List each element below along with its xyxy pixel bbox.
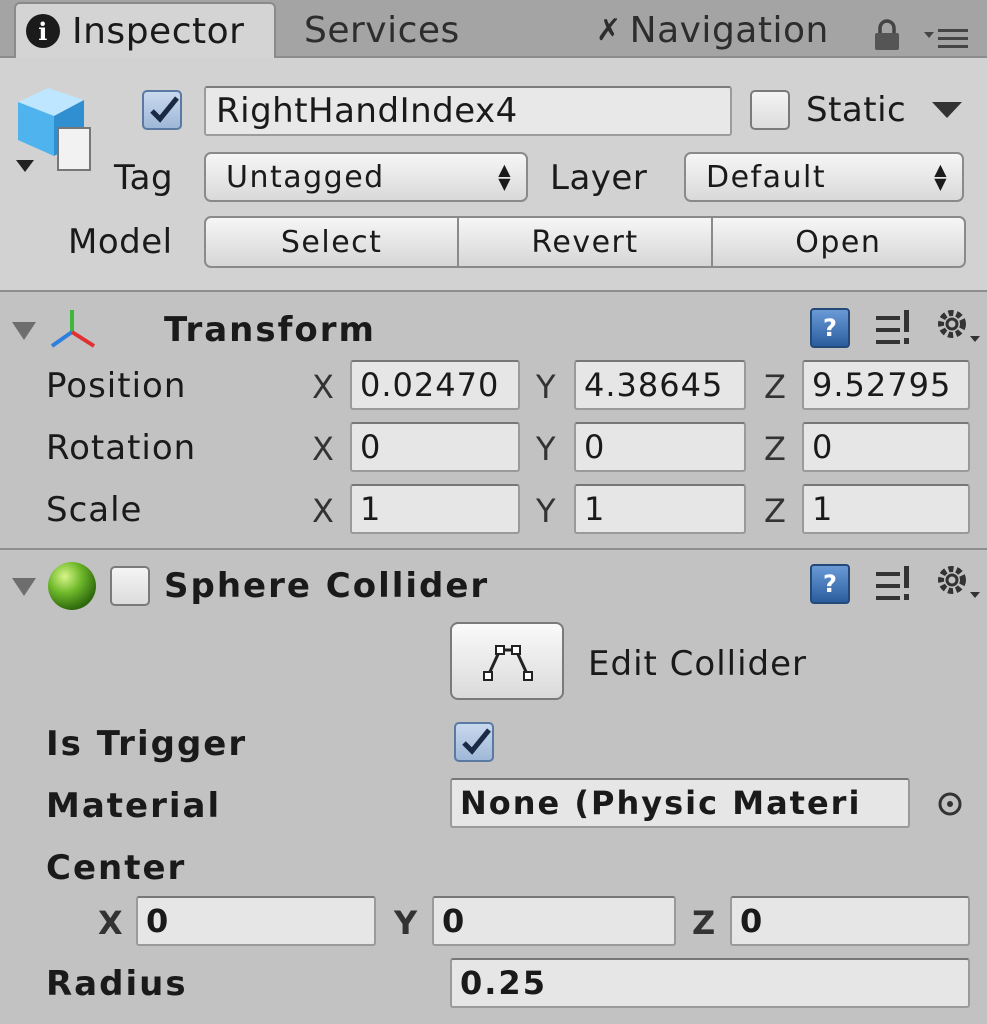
active-checkbox[interactable] — [142, 90, 182, 130]
open-button[interactable]: Open — [712, 216, 966, 268]
axis-z-label: Z — [692, 904, 716, 942]
sphere-icon — [48, 562, 96, 610]
component-divider — [0, 548, 987, 550]
axis-y-label: Y — [394, 904, 418, 942]
help-icon[interactable]: ? — [810, 308, 850, 348]
sphere-collider-title: Sphere Collider — [164, 566, 490, 606]
revert-button[interactable]: Revert — [459, 216, 713, 268]
scale-z-field[interactable]: 1 — [802, 484, 970, 534]
model-button-group: Select Revert Open — [204, 216, 966, 268]
foldout-arrow-icon[interactable] — [12, 322, 36, 340]
axis-y-label: Y — [536, 430, 556, 468]
axis-z-label: Z — [764, 368, 786, 406]
position-label: Position — [46, 366, 187, 406]
axis-x-label: X — [312, 430, 334, 468]
axis-x-label: X — [98, 904, 123, 942]
transform-axes-icon — [50, 310, 96, 348]
position-y-field[interactable]: 4.38645 — [574, 360, 746, 410]
help-icon[interactable]: ? — [810, 564, 850, 604]
edit-collider-button[interactable] — [450, 622, 564, 700]
axis-z-label: Z — [764, 430, 786, 468]
tag-value: Untagged — [226, 159, 385, 195]
gameobject-icon[interactable] — [12, 82, 92, 192]
material-label: Material — [46, 786, 222, 826]
select-button[interactable]: Select — [204, 216, 460, 268]
transform-title: Transform — [164, 310, 376, 350]
axis-x-label: X — [312, 492, 334, 530]
position-x-field[interactable]: 0.02470 — [350, 360, 520, 410]
gear-icon[interactable] — [934, 562, 984, 606]
foldout-arrow-icon[interactable] — [12, 578, 36, 596]
scale-x-field[interactable]: 1 — [350, 484, 520, 534]
tab-services-label: Services — [304, 9, 460, 51]
position-z-field[interactable]: 9.52795 — [802, 360, 970, 410]
axis-y-label: Y — [536, 492, 556, 530]
axis-z-label: Z — [764, 492, 786, 530]
tab-navigation-label: Navigation — [629, 9, 829, 51]
radius-label: Radius — [46, 964, 188, 1004]
rotation-x-field[interactable]: 0 — [350, 422, 520, 472]
layer-dropdown[interactable]: Default ▲ ▼ — [684, 152, 964, 202]
transform-header[interactable]: Transform ? — [0, 298, 987, 364]
tab-inspector[interactable]: i Inspector — [14, 2, 276, 58]
info-icon: i — [26, 14, 60, 48]
is-trigger-label: Is Trigger — [46, 724, 248, 764]
axis-y-label: Y — [536, 368, 556, 406]
static-dropdown-icon[interactable] — [932, 102, 962, 120]
menu-icon[interactable] — [922, 26, 970, 50]
axis-x-label: X — [312, 368, 334, 406]
preset-icon[interactable] — [874, 308, 914, 348]
preset-icon[interactable] — [874, 564, 914, 604]
tag-dropdown[interactable]: Untagged ▲ ▼ — [204, 152, 528, 202]
rotation-z-field[interactable]: 0 — [802, 422, 970, 472]
is-trigger-checkbox[interactable] — [454, 722, 494, 762]
static-label: Static — [806, 90, 907, 130]
tab-navigation[interactable]: ✗ Navigation — [596, 2, 829, 58]
scale-label: Scale — [46, 490, 143, 530]
sphere-collider-header[interactable]: Sphere Collider ? — [0, 554, 987, 620]
navigation-icon: ✗ — [596, 12, 622, 48]
object-name-input[interactable]: RightHandIndex4 — [204, 86, 732, 136]
layer-label: Layer — [550, 158, 648, 198]
gear-icon[interactable] — [934, 306, 984, 350]
scale-y-field[interactable]: 1 — [574, 484, 746, 534]
lock-icon[interactable] — [872, 18, 902, 52]
tag-label: Tag — [114, 158, 174, 198]
radius-field[interactable]: 0.25 — [450, 958, 970, 1008]
center-x-field[interactable]: 0 — [136, 896, 376, 946]
tab-inspector-label: Inspector — [72, 10, 245, 52]
checkmark-icon — [150, 96, 179, 123]
rotation-y-field[interactable]: 0 — [574, 422, 746, 472]
model-label: Model — [68, 222, 173, 262]
collider-enabled-checkbox[interactable] — [110, 566, 150, 606]
edit-collider-icon — [483, 645, 533, 681]
static-checkbox[interactable] — [750, 90, 790, 130]
center-y-field[interactable]: 0 — [432, 896, 676, 946]
center-label: Center — [46, 848, 187, 888]
checkmark-icon — [462, 728, 491, 755]
rotation-label: Rotation — [46, 428, 197, 468]
material-field[interactable]: None (Physic Materi — [450, 778, 910, 828]
tab-services[interactable]: Services — [304, 2, 460, 58]
layer-value: Default — [706, 159, 827, 195]
tab-bar: i Inspector Services ✗ Navigation — [0, 0, 987, 58]
updown-arrows-icon: ▲ ▼ — [498, 160, 512, 193]
center-z-field[interactable]: 0 — [730, 896, 970, 946]
updown-arrows-icon: ▲ ▼ — [934, 160, 948, 193]
edit-collider-label: Edit Collider — [588, 644, 808, 684]
object-picker-icon[interactable] — [936, 790, 964, 818]
